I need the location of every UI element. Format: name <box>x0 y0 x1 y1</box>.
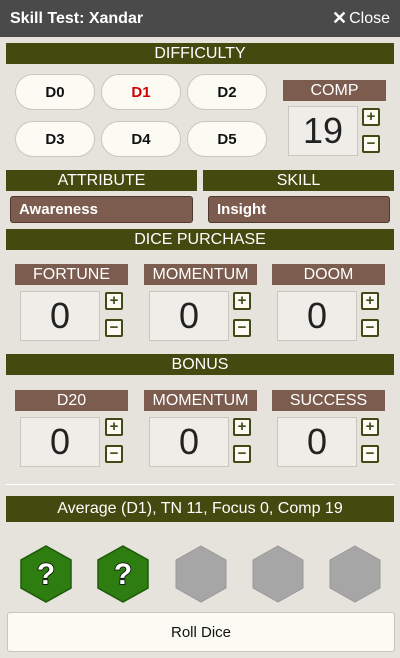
d20-die-5[interactable] <box>329 545 381 603</box>
close-icon: ✕ <box>332 8 348 28</box>
momentum-decrement-button[interactable]: − <box>233 319 251 337</box>
window-titlebar: Skill Test: Xandar ✕ Close <box>0 0 400 37</box>
comp-increment-button[interactable]: + <box>362 108 380 126</box>
comp-label: COMP <box>283 80 386 101</box>
doom-increment-button[interactable]: + <box>361 292 379 310</box>
roll-dice-button[interactable]: Roll Dice <box>7 612 395 652</box>
success-value: 0 <box>277 417 357 467</box>
doom-value: 0 <box>277 291 357 341</box>
window-title: Skill Test: Xandar <box>10 9 144 27</box>
momentum-label: MOMENTUM <box>144 264 257 285</box>
attribute-header: ATTRIBUTE <box>6 170 197 191</box>
bonus-momentum-value: 0 <box>149 417 229 467</box>
bonus-momentum-decrement-button[interactable]: − <box>233 445 251 463</box>
skill-header: SKILL <box>203 170 394 191</box>
close-button[interactable]: ✕ Close <box>332 8 390 29</box>
difficulty-header: DIFFICULTY <box>6 43 394 64</box>
dice-purchase-header: DICE PURCHASE <box>6 229 394 250</box>
difficulty-d3-button[interactable]: D3 <box>15 121 95 157</box>
difficulty-d0-button[interactable]: D0 <box>15 74 95 110</box>
die-glyph: ? <box>37 558 55 591</box>
fortune-increment-button[interactable]: + <box>105 292 123 310</box>
fortune-value: 0 <box>20 291 100 341</box>
die-hexagon <box>175 545 227 603</box>
close-label: Close <box>349 9 390 27</box>
bonus-header: BONUS <box>6 354 394 375</box>
difficulty-d1-button[interactable]: D1 <box>101 74 181 110</box>
doom-decrement-button[interactable]: − <box>361 319 379 337</box>
d20-die-3[interactable] <box>175 545 227 603</box>
d20-die-2[interactable]: ? <box>97 545 149 603</box>
difficulty-d5-button[interactable]: D5 <box>187 121 267 157</box>
comp-decrement-button[interactable]: − <box>362 135 380 153</box>
success-decrement-button[interactable]: − <box>361 445 379 463</box>
difficulty-d2-button[interactable]: D2 <box>187 74 267 110</box>
attribute-select[interactable]: Awareness <box>10 196 193 223</box>
fortune-decrement-button[interactable]: − <box>105 319 123 337</box>
die-hexagon <box>329 545 381 603</box>
d20-increment-button[interactable]: + <box>105 418 123 436</box>
d20-label: D20 <box>15 390 128 411</box>
d20-decrement-button[interactable]: − <box>105 445 123 463</box>
bonus-momentum-label: MOMENTUM <box>144 390 257 411</box>
die-glyph: ? <box>114 558 132 591</box>
momentum-increment-button[interactable]: + <box>233 292 251 310</box>
difficulty-d4-button[interactable]: D4 <box>101 121 181 157</box>
section-divider <box>6 484 394 485</box>
momentum-value: 0 <box>149 291 229 341</box>
skill-select[interactable]: Insight <box>208 196 390 223</box>
success-label: SUCCESS <box>272 390 385 411</box>
d20-die-1[interactable]: ? <box>20 545 72 603</box>
comp-value: 19 <box>288 106 358 156</box>
d20-die-4[interactable] <box>252 545 304 603</box>
d20-value: 0 <box>20 417 100 467</box>
test-summary: Average (D1), TN 11, Focus 0, Comp 19 <box>6 496 394 522</box>
die-hexagon <box>252 545 304 603</box>
bonus-momentum-increment-button[interactable]: + <box>233 418 251 436</box>
success-increment-button[interactable]: + <box>361 418 379 436</box>
dialog-content: DIFFICULTY D0 D1 D2 D3 D4 D5 COMP 19 + −… <box>0 37 400 658</box>
doom-label: DOOM <box>272 264 385 285</box>
fortune-label: FORTUNE <box>15 264 128 285</box>
